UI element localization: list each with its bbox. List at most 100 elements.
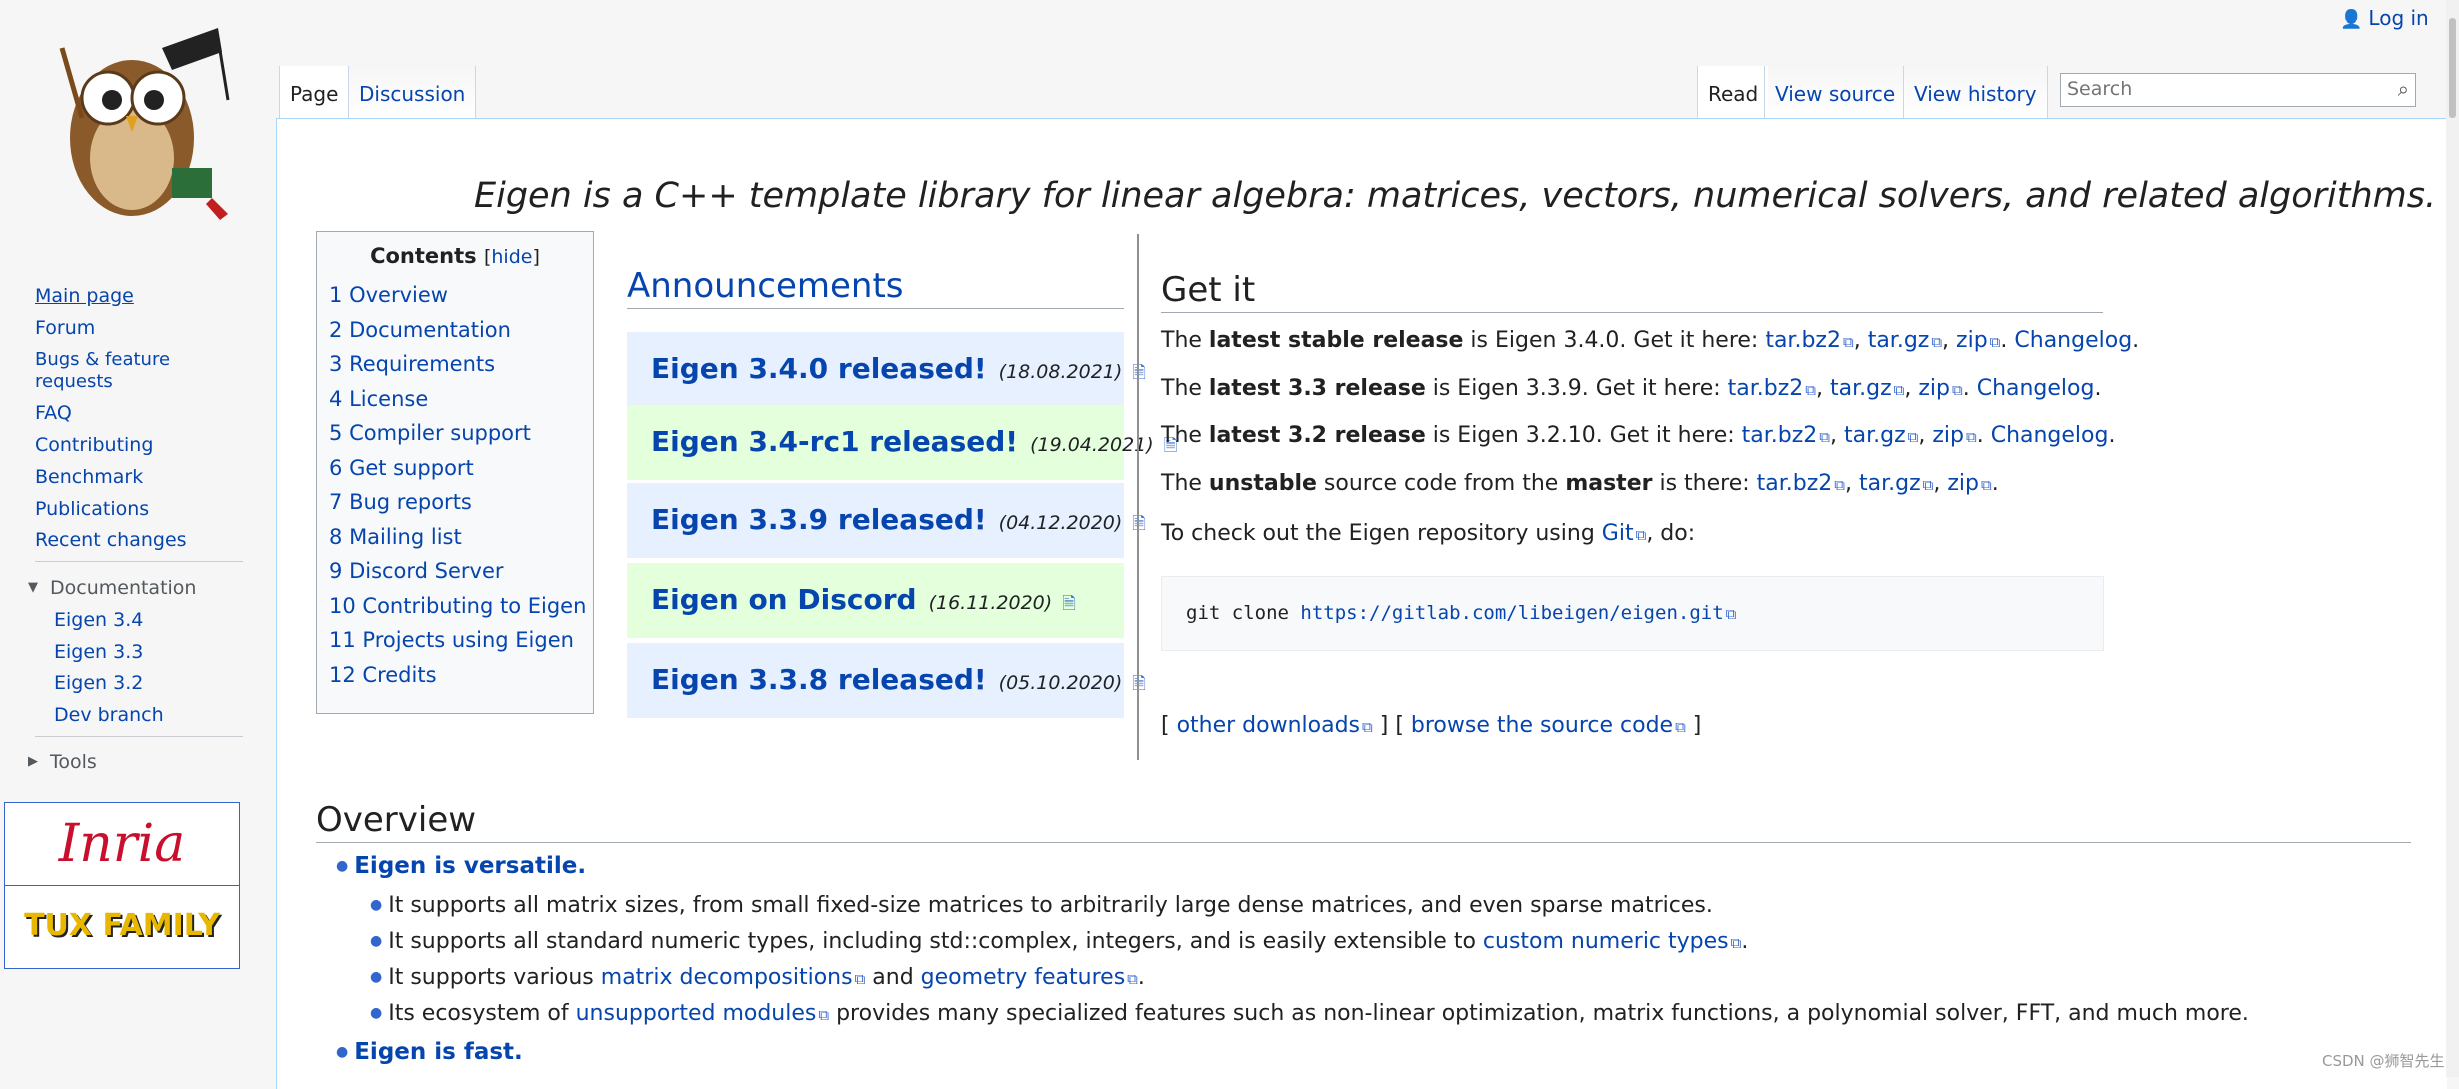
toc-item[interactable]: 10 Contributing to Eigen (329, 589, 586, 624)
triangle-down-icon[interactable]: ▼ (28, 580, 38, 595)
release-line: The latest 3.2 release is Eigen 3.2.10. … (1161, 423, 2115, 448)
toc-item[interactable]: 2 Documentation (329, 313, 581, 348)
toc-item[interactable]: 9 Discord Server (329, 554, 581, 589)
sidebar-separator (35, 561, 243, 562)
sidebar-item-recent-changes[interactable]: Recent changes (35, 529, 187, 551)
download-links: [ other downloads ] [ browse the source … (1161, 713, 1701, 738)
sidebar-item-eigen-3-3[interactable]: Eigen 3.3 (54, 641, 143, 663)
changelog-link[interactable]: Changelog (2014, 328, 2132, 353)
sidebar-item-main-page[interactable]: Main page (35, 285, 134, 307)
sidebar-item-dev-branch[interactable]: Dev branch (54, 704, 164, 726)
download-targz-link[interactable]: tar.gz (1830, 376, 1904, 401)
tab-view-source[interactable]: View source (1764, 66, 1906, 118)
browse-source-link[interactable]: browse the source code (1411, 713, 1686, 738)
search-input[interactable] (2061, 74, 2367, 104)
inria-logo[interactable]: Inria (5, 803, 239, 886)
toc-item[interactable]: 1 Overview (329, 278, 581, 313)
fast-item: ● Eigen is fast. (336, 1039, 523, 1065)
announcement-title-link[interactable]: Eigen 3.4-rc1 released! (651, 425, 1018, 458)
download-targz-link[interactable]: tar.gz (1859, 471, 1933, 496)
search-box[interactable]: ⌕ (2060, 73, 2416, 107)
download-tarbz2-link[interactable]: tar.bz2 (1765, 328, 1853, 353)
versatile-item: ● Eigen is versatile. (336, 853, 587, 879)
sidebar-heading-documentation[interactable]: Documentation (50, 577, 196, 599)
tab-read[interactable]: Read (1697, 66, 1769, 118)
triangle-right-icon[interactable]: ▶ (28, 754, 38, 769)
download-targz-link[interactable]: tar.gz (1844, 423, 1918, 448)
toc-item[interactable]: 7 Bug reports (329, 485, 581, 520)
announcement-date: (16.11.2020) (928, 592, 1053, 614)
download-zip-link[interactable]: zip (1956, 328, 2000, 353)
announcement-item[interactable]: Eigen 3.3.8 released! (05.10.2020) 🗎 (627, 643, 1146, 718)
download-tarbz2-link[interactable]: tar.bz2 (1757, 471, 1845, 496)
sidebar-item-eigen-3-4[interactable]: Eigen 3.4 (54, 609, 143, 631)
release-line: The latest 3.3 release is Eigen 3.3.9. G… (1161, 376, 2101, 401)
sidebar-item-bugs-cont[interactable]: requests (35, 371, 113, 392)
sidebar-item-publications[interactable]: Publications (35, 498, 149, 520)
git-link[interactable]: Git (1602, 521, 1647, 546)
toc-item[interactable]: 11 Projects using Eigen (329, 623, 581, 658)
other-downloads-link[interactable]: other downloads (1177, 713, 1373, 738)
bullet-icon: ● (370, 969, 383, 985)
overview-link[interactable]: custom numeric types (1483, 929, 1741, 954)
download-targz-link[interactable]: tar.gz (1868, 328, 1942, 353)
login-link[interactable]: 👤 Log in (2340, 6, 2429, 30)
download-tarbz2-link[interactable]: tar.bz2 (1728, 376, 1816, 401)
overview-link[interactable]: matrix decompositions (601, 965, 866, 990)
announcement-title-link[interactable]: Eigen on Discord (651, 583, 917, 616)
announcement-item[interactable]: Eigen 3.4.0 released! (18.08.2021) 🗎 (627, 332, 1146, 407)
tab-view-history[interactable]: View history (1903, 66, 2048, 118)
document-icon: 🗎 (1062, 594, 1076, 614)
sidebar-item-eigen-3-2[interactable]: Eigen 3.2 (54, 672, 143, 694)
release-line: The latest stable release is Eigen 3.4.0… (1161, 328, 2139, 353)
eigen-owl-logo[interactable] (22, 8, 238, 224)
sidebar-item-faq[interactable]: FAQ (35, 402, 72, 424)
tab-discussion[interactable]: Discussion (348, 66, 477, 118)
announcement-item[interactable]: Eigen on Discord (16.11.2020) 🗎 (627, 563, 1124, 638)
announcement-title-link[interactable]: Eigen 3.3.9 released! (651, 503, 987, 536)
user-icon: 👤 (2340, 9, 2363, 30)
download-zip-link[interactable]: zip (1918, 376, 1962, 401)
toc-hide-link[interactable]: hide (491, 246, 532, 268)
announcement-date: (19.04.2021) (1030, 434, 1154, 456)
watermark: CSDN @狮智先生 (2322, 1052, 2445, 1070)
overview-link[interactable]: unsupported modules (576, 1001, 829, 1026)
sidebar-item-benchmark[interactable]: Benchmark (35, 466, 143, 488)
download-tarbz2-link[interactable]: tar.bz2 (1742, 423, 1830, 448)
toc-item[interactable]: 4 License (329, 382, 581, 417)
sidebar-item-bugs[interactable]: Bugs & feature (35, 349, 170, 370)
changelog-link[interactable]: Changelog (1977, 376, 2095, 401)
overview-heading: Overview (316, 800, 2411, 843)
toc-title-row: Contents [hide] (370, 244, 540, 268)
announcement-date: (04.12.2020) (998, 512, 1123, 534)
table-of-contents: Contents [hide] 1 Overview 2 Documentatio… (316, 231, 594, 714)
scrollbar[interactable] (2446, 0, 2459, 1077)
toc-item[interactable]: 3 Requirements (329, 347, 581, 382)
changelog-link[interactable]: Changelog (1991, 423, 2109, 448)
sidebar-item-forum[interactable]: Forum (35, 317, 95, 339)
announcement-item[interactable]: Eigen 3.4-rc1 released! (19.04.2021) 🗎 (627, 405, 1177, 480)
scrollbar-thumb[interactable] (2449, 18, 2456, 118)
toc-item[interactable]: 6 Get support (329, 451, 581, 486)
git-repo-link[interactable]: https://gitlab.com/libeigen/eigen.git (1300, 602, 1736, 624)
search-icon[interactable]: ⌕ (2398, 77, 2409, 101)
bullet-icon: ● (370, 933, 383, 949)
tab-page[interactable]: Page (279, 66, 349, 118)
download-zip-link[interactable]: zip (1932, 423, 1976, 448)
document-icon: 🗎 (1132, 514, 1146, 534)
toc-item[interactable]: 5 Compiler support (329, 416, 581, 451)
announcement-title-link[interactable]: Eigen 3.3.8 released! (651, 663, 987, 696)
tuxfamily-logo[interactable]: TUX FAMILY (5, 886, 239, 966)
toc-item[interactable]: 12 Credits (329, 658, 581, 693)
overview-bullet: ●Its ecosystem of unsupported modules pr… (370, 1001, 2249, 1026)
toc-title: Contents (370, 244, 477, 268)
announcement-item[interactable]: Eigen 3.3.9 released! (04.12.2020) 🗎 (627, 483, 1146, 558)
sidebar-item-contributing[interactable]: Contributing (35, 434, 153, 456)
announcement-title-link[interactable]: Eigen 3.4.0 released! (651, 352, 987, 385)
sponsor-logos[interactable]: Inria TUX FAMILY (4, 802, 240, 969)
download-zip-link[interactable]: zip (1947, 471, 1991, 496)
overview-link[interactable]: geometry features (921, 965, 1138, 990)
toc-item[interactable]: 8 Mailing list (329, 520, 581, 555)
sidebar-heading-tools[interactable]: Tools (50, 751, 97, 773)
document-icon: 🗎 (1132, 363, 1146, 383)
